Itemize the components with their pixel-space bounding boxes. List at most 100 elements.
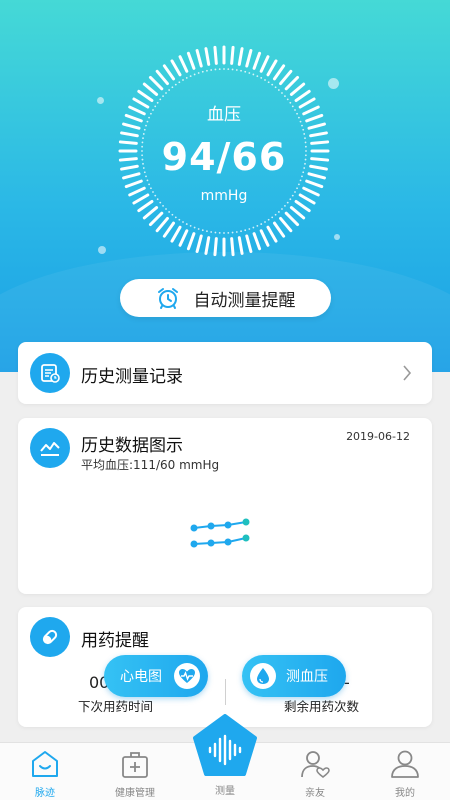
- gauge-tick: [148, 75, 164, 91]
- bubble-decoration: [334, 234, 340, 240]
- gauge-dot: [260, 223, 263, 225]
- gauge-tick: [252, 232, 262, 251]
- auto-measure-reminder-button[interactable]: 自动测量提醒: [120, 279, 331, 317]
- bubble-decoration: [97, 97, 104, 104]
- pill-icon: [30, 617, 70, 657]
- gauge-tick: [155, 216, 169, 233]
- chart-point: [190, 524, 198, 532]
- gauge-dot: [171, 86, 174, 89]
- gauge-tick: [195, 49, 203, 68]
- gauge-dot: [235, 69, 238, 71]
- gauge-dot: [165, 92, 167, 94]
- tab-friends[interactable]: 亲友: [270, 743, 360, 800]
- remaining-doses-label: 剩余用药次数: [284, 699, 360, 714]
- ecg-button[interactable]: 心电图: [104, 655, 208, 697]
- gauge-dot: [168, 89, 171, 91]
- chart-point: [207, 522, 215, 530]
- gauge-dot: [197, 228, 200, 230]
- gauge-dot: [214, 68, 217, 71]
- gauge-tick: [178, 55, 189, 73]
- gauge-dot: [281, 208, 283, 210]
- blood-pressure-gauge: 血压 94/66 mmHg: [118, 45, 330, 257]
- gauge-tick: [252, 51, 262, 70]
- gauge-tick: [272, 221, 286, 238]
- gauge-tick: [230, 45, 235, 65]
- gauge-tick: [289, 206, 306, 220]
- gauge-dot: [143, 128, 146, 131]
- tab-home[interactable]: 脉迹: [0, 743, 90, 800]
- gauge-dot: [302, 128, 305, 131]
- measure-bp-button[interactable]: 测血压: [242, 655, 346, 697]
- auto-measure-reminder-label: 自动测量提醒: [193, 290, 296, 310]
- gauge-dot: [231, 231, 234, 234]
- droplet-icon: [250, 663, 276, 689]
- gauge-tick: [155, 69, 169, 86]
- record-icon: [30, 353, 70, 393]
- gauge-tick: [162, 64, 176, 81]
- gauge-title: 血压: [207, 105, 241, 125]
- chart-point: [224, 521, 232, 529]
- tab-measure[interactable]: 测量: [192, 714, 258, 797]
- gauge-dot: [206, 230, 208, 233]
- gauge-tick: [170, 59, 182, 77]
- gauge-dot: [274, 213, 277, 216]
- gauge-tick: [259, 229, 270, 247]
- gauge-tick: [204, 236, 211, 255]
- heart-ecg-icon: [174, 663, 200, 689]
- gauge-dot: [260, 77, 263, 79]
- mini-trend-chart: [190, 518, 250, 548]
- gauge-dot: [193, 226, 196, 229]
- gauge-tick: [284, 75, 300, 91]
- gauge-dot: [277, 89, 280, 91]
- chart-date: 2019-06-12: [346, 430, 410, 443]
- gauge-dot: [168, 211, 171, 213]
- gauge-tick: [124, 179, 143, 189]
- gauge-dot: [284, 95, 286, 98]
- profile-icon: [391, 750, 419, 778]
- gauge-dot: [240, 69, 242, 72]
- gauge-tick: [305, 179, 324, 189]
- ecg-label: 心电图: [120, 669, 162, 685]
- gauge-dot: [298, 183, 300, 186]
- gauge-tick: [142, 82, 159, 96]
- gauge-tick: [186, 51, 196, 70]
- gauge-dot: [281, 92, 283, 94]
- chart-point: [224, 538, 232, 546]
- gauge-tick: [279, 216, 293, 233]
- gauge-dot: [244, 70, 247, 73]
- gauge-tick: [162, 221, 176, 238]
- next-dose-label: 下次用药时间: [78, 699, 154, 714]
- history-records-card[interactable]: 历史测量记录: [18, 342, 432, 404]
- hero-banner: 血压 94/66 mmHg 自动测量提醒: [0, 0, 450, 372]
- gauge-tick: [148, 211, 164, 227]
- gauge-dot: [178, 218, 181, 221]
- gauge-dot: [162, 204, 164, 207]
- gauge-tick: [289, 82, 306, 96]
- history-chart-title: 历史数据图示: [81, 436, 183, 456]
- gauge-dot: [189, 225, 192, 227]
- gauge-dot: [240, 230, 242, 233]
- gauge-dot: [264, 221, 266, 223]
- gauge-tick: [245, 234, 253, 253]
- tab-profile[interactable]: 我的: [360, 743, 450, 800]
- tab-home-label: 脉迹: [35, 788, 55, 799]
- gauge-dot: [231, 68, 234, 71]
- gauge-dot: [271, 83, 274, 86]
- gauge-dot: [248, 228, 251, 230]
- gauge-tick: [186, 232, 196, 251]
- chevron-right-icon: [403, 365, 412, 381]
- gauge-dot: [223, 68, 225, 70]
- gauge-tick: [178, 229, 189, 247]
- gauge-dot: [301, 124, 303, 127]
- gauge-value: 94/66: [161, 135, 287, 179]
- gauge-dot: [252, 73, 255, 76]
- tab-friends-label: 亲友: [305, 788, 325, 799]
- gauge-dot: [182, 79, 184, 81]
- medication-reminder-card[interactable]: 用药提醒 00 下次用药时间 - 剩余用药次数: [18, 607, 432, 727]
- history-chart-card[interactable]: 历史数据图示 2019-06-12 平均血压:111/60 mmHg: [18, 418, 432, 594]
- gauge-dot: [277, 211, 280, 213]
- gauge-dot: [227, 68, 230, 71]
- tab-health-management[interactable]: 健康管理: [90, 743, 180, 800]
- gauge-dot: [165, 208, 167, 210]
- gauge-dot: [218, 68, 221, 71]
